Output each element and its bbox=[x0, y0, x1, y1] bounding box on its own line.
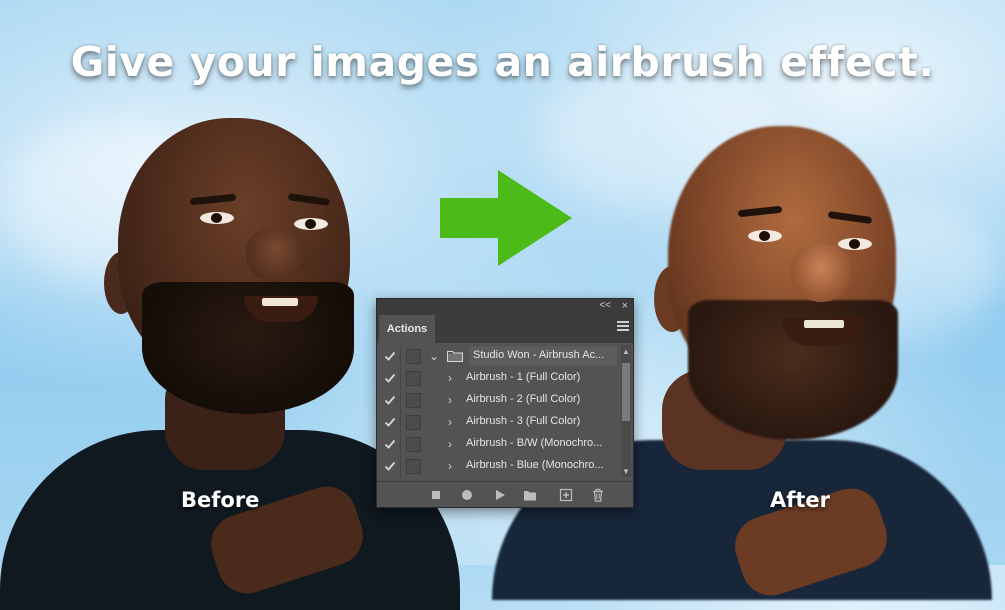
chevron-right-icon[interactable]: › bbox=[448, 391, 452, 409]
after-left-eye bbox=[748, 230, 782, 242]
dialog-toggle-box[interactable] bbox=[406, 415, 421, 430]
panel-menu-icon[interactable] bbox=[617, 321, 629, 331]
delete-icon[interactable] bbox=[591, 488, 605, 502]
dialog-toggle-box[interactable] bbox=[406, 459, 421, 474]
new-action-icon[interactable] bbox=[559, 488, 573, 502]
dialog-toggle-box[interactable] bbox=[406, 437, 421, 452]
action-name: Airbrush - 2 (Full Color) bbox=[466, 393, 581, 405]
after-label: After bbox=[770, 488, 831, 512]
panel-footer bbox=[377, 481, 633, 508]
scrollbar[interactable]: ▲ ▼ bbox=[621, 345, 631, 477]
before-label: Before bbox=[181, 488, 260, 512]
actions-panel: << × Actions ⌄ Studio Won - Airbrush Ac.… bbox=[376, 298, 634, 508]
dialog-toggle-box[interactable] bbox=[406, 371, 421, 386]
scroll-thumb[interactable] bbox=[622, 363, 630, 421]
checkmark-icon[interactable] bbox=[384, 438, 396, 450]
action-name: Airbrush - 1 (Full Color) bbox=[466, 371, 581, 383]
collapse-panel-button[interactable]: << bbox=[599, 299, 611, 313]
chevron-right-icon[interactable]: › bbox=[448, 457, 452, 475]
scroll-up-icon[interactable]: ▲ bbox=[622, 347, 630, 357]
record-icon[interactable] bbox=[460, 488, 474, 502]
chevron-down-icon[interactable]: ⌄ bbox=[429, 347, 439, 365]
checkmark-icon[interactable] bbox=[384, 460, 396, 472]
panel-titlebar: << × bbox=[377, 299, 633, 313]
actions-list: ⌄ Studio Won - Airbrush Ac... › Airbrush… bbox=[377, 345, 633, 481]
before-left-eye bbox=[200, 212, 234, 224]
tab-actions[interactable]: Actions bbox=[379, 315, 435, 343]
before-nose bbox=[246, 228, 306, 282]
checkmark-icon[interactable] bbox=[384, 350, 396, 362]
play-icon[interactable] bbox=[493, 488, 507, 502]
after-right-eye bbox=[838, 238, 872, 250]
action-name: Airbrush - Blue (Monochro... bbox=[466, 459, 604, 471]
dialog-toggle-box[interactable] bbox=[406, 393, 421, 408]
after-teeth bbox=[804, 320, 844, 328]
dialog-toggle-box[interactable] bbox=[406, 349, 421, 364]
arrow-right-icon bbox=[440, 170, 572, 266]
checkmark-icon[interactable] bbox=[384, 416, 396, 428]
close-panel-button[interactable]: × bbox=[622, 299, 628, 313]
folder-icon bbox=[447, 351, 463, 362]
action-name: Airbrush - B/W (Monochro... bbox=[466, 437, 603, 449]
action-set-name: Studio Won - Airbrush Ac... bbox=[473, 349, 605, 361]
after-nose bbox=[790, 244, 852, 302]
panel-tabbar: Actions bbox=[377, 313, 633, 343]
new-set-icon[interactable] bbox=[523, 488, 537, 502]
chevron-right-icon[interactable]: › bbox=[448, 435, 452, 453]
action-row[interactable]: › Airbrush - Blue (Monochro... bbox=[377, 455, 633, 477]
checkmark-icon[interactable] bbox=[384, 394, 396, 406]
scroll-down-icon[interactable]: ▼ bbox=[622, 467, 630, 477]
before-right-eye bbox=[294, 218, 328, 230]
chevron-right-icon[interactable]: › bbox=[448, 369, 452, 387]
chevron-right-icon[interactable]: › bbox=[448, 413, 452, 431]
action-name: Airbrush - 3 (Full Color) bbox=[466, 415, 581, 427]
action-row[interactable]: › Airbrush - B/W (Monochro... bbox=[377, 433, 633, 455]
action-row[interactable]: › Airbrush - 1 (Full Color) bbox=[377, 367, 633, 389]
checkmark-icon[interactable] bbox=[384, 372, 396, 384]
before-teeth bbox=[262, 298, 298, 306]
stop-icon[interactable] bbox=[429, 488, 443, 502]
action-set-row[interactable]: ⌄ Studio Won - Airbrush Ac... bbox=[377, 345, 633, 367]
action-row[interactable]: › Airbrush - 3 (Full Color) bbox=[377, 411, 633, 433]
action-row[interactable]: › Airbrush - 2 (Full Color) bbox=[377, 389, 633, 411]
